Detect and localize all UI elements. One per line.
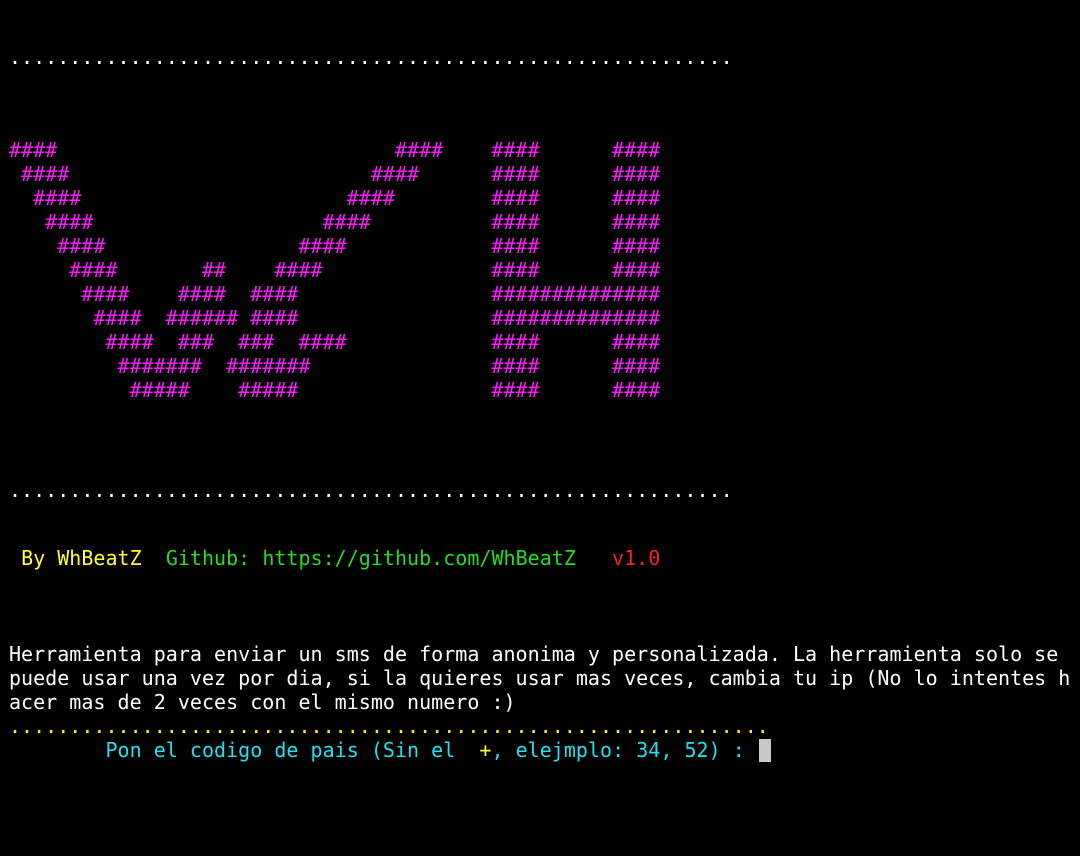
prompt-separator: ........................................… <box>9 714 769 738</box>
banner-art-line: ##### ##### #### #### <box>9 378 661 402</box>
banner-art-line: #### ## #### #### #### <box>9 258 661 282</box>
top-separator: ........................................… <box>9 45 733 69</box>
description-line: acer mas de 2 veces con el mismo numero … <box>9 690 516 714</box>
banner-art-line: #### #### #### #### <box>9 138 661 162</box>
prompt-plus-sign: + <box>479 738 492 762</box>
author-credit: By WhBeatZ <box>21 546 142 570</box>
banner-art-line: #### #### #### #### <box>9 210 661 234</box>
version-label: v1.0 <box>612 546 661 570</box>
banner-art-line: #### #### #### #### <box>9 234 661 258</box>
terminal-cursor[interactable] <box>758 739 771 762</box>
github-label: Github: <box>165 546 251 570</box>
prompt-text: Pon el codigo de pais (Sin el <box>105 738 480 762</box>
banner-art-line: #### ###### #### ############## <box>9 306 661 330</box>
middle-separator: ........................................… <box>9 478 733 502</box>
github-url: https://github.com/WhBeatZ <box>262 546 576 570</box>
banner-art-line: #### #### #### ############## <box>9 282 661 306</box>
description-line: puede usar una vez por dia, si la quiere… <box>9 666 1071 690</box>
country-code-prompt[interactable]: Pon el codigo de pais (Sin el +, elejmpl… <box>9 738 771 762</box>
credits-line: By WhBeatZ Github: https://github.com/Wh… <box>9 546 660 570</box>
description-line: Herramienta para enviar un sms de forma … <box>9 642 1059 666</box>
banner-art-line: ####### ####### #### #### <box>9 354 661 378</box>
banner-art-line: #### #### #### #### <box>9 186 661 210</box>
banner-art-line: #### ### ### #### #### #### <box>9 330 661 354</box>
prompt-text-example: , elejmplo: 34, 52) : <box>491 738 757 762</box>
banner-art-line: #### #### #### #### <box>9 162 661 186</box>
